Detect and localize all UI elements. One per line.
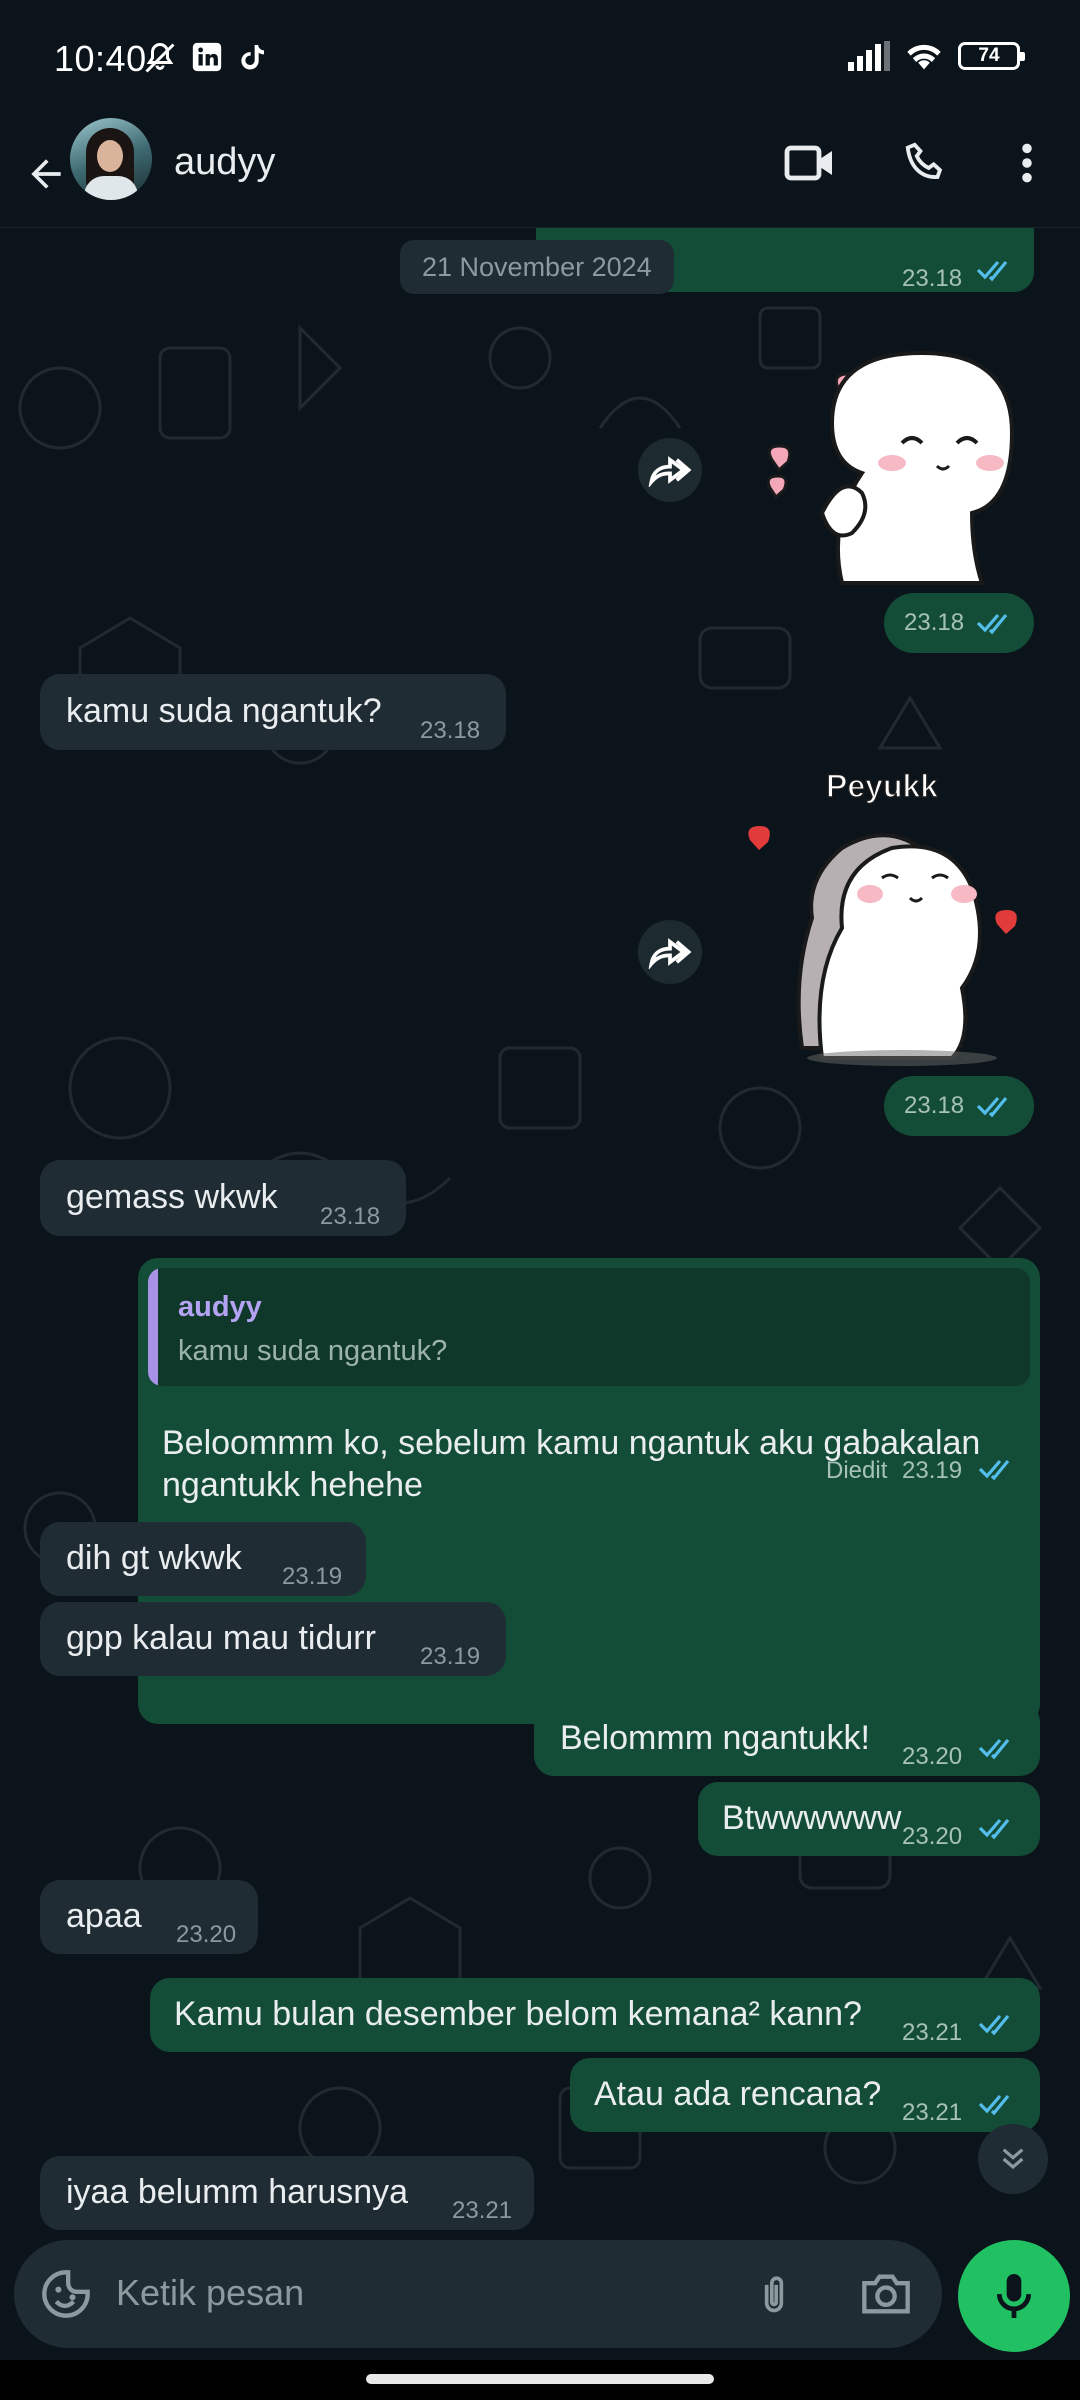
message-bubble-incoming[interactable]: dih gt wkwk 23.19: [40, 1522, 366, 1596]
message-bubble-outgoing[interactable]: Kamu bulan desember belom kemana² kann? …: [150, 1978, 1040, 2052]
message-time: 23.18: [904, 609, 965, 636]
message-bubble-incoming[interactable]: apaa 23.20: [40, 1880, 258, 1954]
forward-button[interactable]: [638, 438, 702, 502]
home-indicator[interactable]: [366, 2374, 714, 2384]
tiktok-icon: [236, 40, 268, 76]
message-time: 23.18: [902, 265, 963, 292]
message-time: 23.20: [902, 1743, 963, 1770]
message-time: 23.19: [420, 1643, 481, 1670]
camera-icon: [862, 2274, 910, 2314]
sticker-caption: Peyukk: [825, 767, 939, 805]
message-text: Belommm ngantukk!: [560, 1719, 870, 1757]
quoted-sender: audyy: [178, 1291, 262, 1323]
battery-icon: 74: [958, 42, 1025, 70]
voice-call-button[interactable]: [890, 128, 960, 198]
message-time: 23.18: [320, 1203, 381, 1230]
battery-level: 74: [978, 45, 1000, 66]
scroll-to-bottom-button[interactable]: [978, 2124, 1048, 2194]
double-chevron-down-icon: [1002, 2148, 1024, 2170]
message-text: apaa: [66, 1897, 142, 1935]
sticker-time-chip: 23.18: [884, 1076, 1034, 1136]
read-ticks-icon: [978, 1818, 1010, 1840]
message-text: Kamu bulan desember belom kemana² kann?: [174, 1995, 862, 2033]
linkedin-icon: [190, 40, 224, 76]
message-text: dih gt wkwk: [66, 1539, 242, 1577]
attach-button[interactable]: [740, 2260, 808, 2328]
read-ticks-icon: [976, 260, 1008, 282]
message-bubble-outgoing[interactable]: Belommm ngantukk! 23.20: [534, 1702, 1040, 1776]
message-text: kamu suda ngantuk?: [66, 692, 382, 730]
voice-call-icon: [905, 142, 943, 179]
forward-icon: [648, 456, 692, 487]
read-ticks-icon: [978, 2094, 1010, 2116]
camera-button[interactable]: [852, 2260, 920, 2328]
edited-label: Diedit: [826, 1457, 888, 1484]
read-ticks-icon: [978, 2014, 1010, 2036]
read-ticks-icon: [976, 1096, 1008, 1118]
read-ticks-icon: [976, 613, 1008, 635]
message-time: 23.21: [452, 2197, 513, 2224]
message-text: iyaa belumm harusnya: [66, 2173, 409, 2211]
message-bubble-incoming[interactable]: gemass wkwk 23.18: [40, 1160, 406, 1236]
status-bar: 10:40 74: [0, 0, 1080, 120]
arrow-left-icon: [31, 159, 61, 189]
date-chip: 21 November 2024: [400, 240, 674, 294]
sticker-time-chip: 23.18: [884, 593, 1034, 653]
quoted-text: kamu suda ngantuk?: [178, 1335, 448, 1367]
video-call-button[interactable]: [775, 128, 845, 198]
message-text: Atau ada rencana?: [594, 2075, 882, 2113]
message-time: 23.19: [902, 1457, 963, 1484]
message-time: 23.20: [902, 1823, 963, 1850]
forward-icon: [648, 938, 692, 969]
avatar[interactable]: [70, 118, 152, 200]
message-time: 23.18: [420, 717, 481, 744]
forward-button[interactable]: [638, 920, 702, 984]
read-ticks-icon: [978, 1459, 1010, 1481]
emoji-button[interactable]: [32, 2260, 100, 2328]
message-time: 23.18: [904, 1092, 965, 1119]
message-text: gemass wkwk: [66, 1178, 278, 1216]
message-time: 23.19: [282, 1563, 343, 1590]
more-options-icon: [1022, 143, 1032, 183]
read-ticks-icon: [978, 1738, 1010, 1760]
more-options-button[interactable]: [992, 128, 1062, 198]
sticker-blushing-character[interactable]: [752, 348, 1027, 593]
mute-notification-icon: [142, 40, 178, 76]
video-call-icon: [784, 145, 832, 181]
message-text: gpp kalau mau tidurr: [66, 1619, 376, 1657]
message-text-line2: ngantukk hehehe: [162, 1466, 423, 1504]
message-bubble-incoming[interactable]: kamu suda ngantuk? 23.18: [40, 674, 506, 750]
message-time: 23.20: [176, 1921, 237, 1948]
message-input[interactable]: Ketik pesan: [116, 2272, 304, 2314]
quoted-message[interactable]: audyy kamu suda ngantuk?: [148, 1268, 1030, 1386]
emoji-icon: [42, 2270, 90, 2318]
message-input-bar[interactable]: Ketik pesan: [14, 2240, 942, 2348]
wifi-icon: [904, 40, 944, 72]
attach-icon: [764, 2276, 784, 2313]
contact-name[interactable]: audyy: [174, 141, 275, 184]
status-time: 10:40: [54, 38, 147, 79]
message-time: 23.21: [902, 2019, 963, 2046]
back-button[interactable]: [14, 142, 78, 206]
message-time: 23.21: [902, 2099, 963, 2126]
mic-icon: [996, 2274, 1032, 2318]
chat-area[interactable]: 23.18 21 November 2024 23.18 kamu suda n…: [0, 228, 1080, 2240]
message-bubble-outgoing[interactable]: Btwwwwww 23.20: [698, 1782, 1040, 1856]
signal-icon: [848, 41, 890, 71]
message-text: Btwwwwww: [722, 1799, 902, 1837]
message-bubble-outgoing[interactable]: Atau ada rencana? 23.21: [570, 2058, 1040, 2132]
message-bubble-incoming[interactable]: iyaa belumm harusnya 23.21: [40, 2156, 534, 2230]
message-bubble-incoming[interactable]: gpp kalau mau tidurr 23.19: [40, 1602, 506, 1676]
voice-message-button[interactable]: [958, 2240, 1070, 2352]
system-navigation-bar: [0, 2360, 1080, 2400]
sticker-hugging-cats[interactable]: Peyukk: [742, 767, 1032, 1073]
